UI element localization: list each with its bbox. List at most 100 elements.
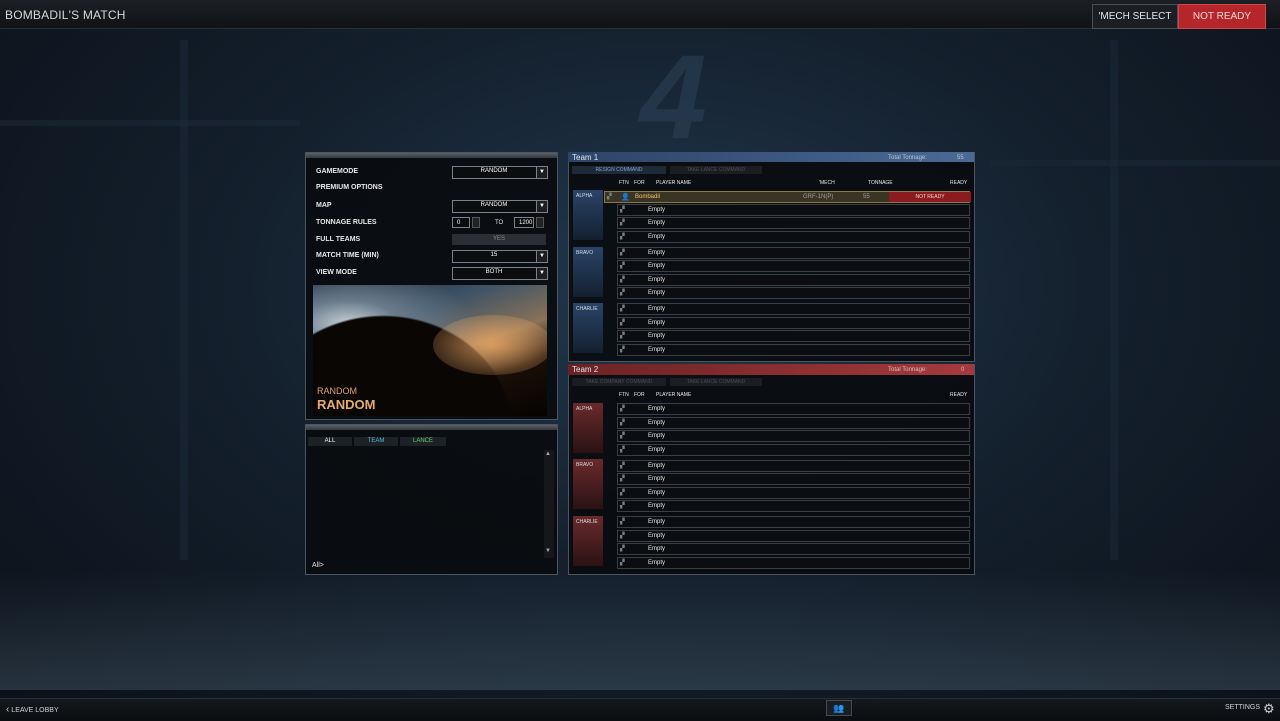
player-icon: 👤	[621, 194, 630, 201]
mech-silhouette-icon: ▞	[607, 194, 612, 200]
resign-command-button[interactable]: RESIGN COMMAND	[572, 166, 666, 174]
team2-empty-slot[interactable]: ▞ Empty	[617, 460, 970, 472]
gamemode-dropdown[interactable]: RANDOM ▼	[452, 166, 548, 179]
slot-empty-label: Empty	[648, 250, 666, 256]
chat-input[interactable]: All>	[308, 560, 544, 571]
team1-col-ftn: FTN	[619, 180, 629, 186]
background-beam	[990, 160, 1280, 166]
view-mode-label: VIEW MODE	[316, 269, 357, 276]
team1-empty-slot[interactable]: ▞ Empty	[617, 217, 970, 229]
mech-silhouette-icon: ▞	[620, 207, 625, 213]
tonnage-min-stepper[interactable]	[472, 217, 480, 228]
mech-silhouette-icon: ▞	[620, 277, 625, 283]
player-mech: GRF-1N(P)	[803, 194, 834, 200]
team1-lance-bravo: BRAVO	[573, 247, 603, 297]
background-fog	[0, 570, 1280, 690]
mech-silhouette-icon: ▞	[620, 234, 625, 240]
not-ready-button[interactable]: NOT READY	[1178, 4, 1266, 29]
leave-lobby-button[interactable]: ‹ LEAVE LOBBY	[6, 704, 59, 715]
chat-tab-all[interactable]: ALL	[308, 437, 352, 446]
scroll-up-icon[interactable]: ▲	[545, 451, 551, 457]
slot-empty-label: Empty	[648, 420, 666, 426]
slot-empty-label: Empty	[648, 406, 666, 412]
mech-silhouette-icon: ▞	[620, 420, 625, 426]
team1-empty-slot[interactable]: ▞ Empty	[617, 260, 970, 272]
mech-silhouette-icon: ▞	[620, 560, 625, 566]
team1-empty-slot[interactable]: ▞ Empty	[617, 317, 970, 329]
party-icon[interactable]: 👥	[826, 700, 852, 716]
chat-log	[308, 448, 542, 558]
slot-empty-label: Empty	[648, 290, 666, 296]
team1-player-slot-bombadil[interactable]: ▞ 👤 Bombadil GRF-1N(P) 55 NOT READY	[604, 191, 971, 203]
team2-empty-slot[interactable]: ▞ Empty	[617, 543, 970, 555]
team1-empty-slot[interactable]: ▞ Empty	[617, 287, 970, 299]
team2-empty-slot[interactable]: ▞ Empty	[617, 487, 970, 499]
map-preview-subtitle: RANDOM	[317, 386, 357, 396]
scroll-down-icon[interactable]: ▼	[545, 548, 551, 554]
team2-empty-slot[interactable]: ▞ Empty	[617, 530, 970, 542]
team2-tonnage-value: 0	[961, 367, 965, 373]
chevron-down-icon: ▼	[536, 201, 547, 212]
match-title: BOMBADIL'S MATCH	[5, 8, 126, 22]
match-time-dropdown[interactable]: 15 ▼	[452, 250, 548, 263]
map-value: RANDOM	[480, 202, 508, 208]
team1-empty-slot[interactable]: ▞ Empty	[617, 303, 970, 315]
slot-empty-label: Empty	[648, 503, 666, 509]
take-company-command-button[interactable]: TAKE COMPANY COMMAND	[572, 378, 666, 386]
mech-silhouette-icon: ▞	[620, 250, 625, 256]
chat-scrollbar[interactable]	[544, 450, 554, 558]
tonnage-max-stepper[interactable]	[536, 217, 544, 228]
chat-tab-lance[interactable]: LANCE	[400, 437, 446, 446]
team1-empty-slot[interactable]: ▞ Empty	[617, 247, 970, 259]
team2-empty-slot[interactable]: ▞ Empty	[617, 516, 970, 528]
team1-empty-slot[interactable]: ▞ Empty	[617, 274, 970, 286]
chevron-down-icon: ▼	[536, 268, 547, 279]
chevron-down-icon: ▼	[536, 167, 547, 178]
settings-button[interactable]: SETTINGS	[1225, 704, 1260, 711]
team2-empty-slot[interactable]: ▞ Empty	[617, 500, 970, 512]
team1-col-player: PLAYER NAME	[656, 180, 692, 186]
team2-title: Team 2	[572, 365, 599, 374]
mech-silhouette-icon: ▞	[620, 490, 625, 496]
view-mode-dropdown[interactable]: BOTH ▼	[452, 267, 548, 280]
mech-silhouette-icon: ▞	[620, 306, 625, 312]
team2-empty-slot[interactable]: ▞ Empty	[617, 557, 970, 569]
mech-silhouette-icon: ▞	[620, 347, 625, 353]
team2-empty-slot[interactable]: ▞ Empty	[617, 403, 970, 415]
tonnage-max-input[interactable]: 1200	[514, 217, 534, 228]
mech-silhouette-icon: ▞	[620, 263, 625, 269]
gear-icon[interactable]: ⚙	[1263, 701, 1275, 717]
slot-empty-label: Empty	[648, 333, 666, 339]
back-arrow-icon: ‹	[6, 704, 10, 715]
gamemode-label: GAMEMODE	[316, 168, 358, 175]
full-teams-toggle[interactable]: YES	[452, 234, 546, 245]
chat-tab-team[interactable]: TEAM	[354, 437, 398, 446]
mech-select-button[interactable]: 'MECH SELECT	[1092, 4, 1178, 29]
team2-take-lance-button[interactable]: TAKE LANCE COMMAND	[670, 378, 762, 386]
team2-empty-slot[interactable]: ▞ Empty	[617, 417, 970, 429]
mech-silhouette-icon: ▞	[620, 333, 625, 339]
slot-empty-label: Empty	[648, 306, 666, 312]
tonnage-min-input[interactable]: 0	[452, 217, 470, 228]
team1-empty-slot[interactable]: ▞ Empty	[617, 231, 970, 243]
mech-silhouette-icon: ▞	[620, 320, 625, 326]
team2-empty-slot[interactable]: ▞ Empty	[617, 444, 970, 456]
team1-title: Team 1	[572, 153, 599, 162]
team1-empty-slot[interactable]: ▞ Empty	[617, 344, 970, 356]
team2-empty-slot[interactable]: ▞ Empty	[617, 430, 970, 442]
match-time-value: 15	[490, 252, 498, 258]
map-label: MAP	[316, 202, 332, 209]
slot-empty-label: Empty	[648, 546, 666, 552]
tonnage-rules-label: TONNAGE RULES	[316, 219, 377, 226]
slot-empty-label: Empty	[648, 519, 666, 525]
mech-silhouette-icon: ▞	[620, 546, 625, 552]
team1-take-lance-button[interactable]: TAKE LANCE COMMAND	[670, 166, 762, 174]
team2-lance-alpha: ALPHA	[573, 403, 603, 453]
team2-empty-slot[interactable]: ▞ Empty	[617, 473, 970, 485]
slot-empty-label: Empty	[648, 433, 666, 439]
premium-options-label: PREMIUM OPTIONS	[316, 184, 383, 191]
team1-empty-slot[interactable]: ▞ Empty	[617, 204, 970, 216]
map-dropdown[interactable]: RANDOM ▼	[452, 200, 548, 213]
bottom-bar	[0, 698, 1280, 721]
team1-empty-slot[interactable]: ▞ Empty	[617, 330, 970, 342]
